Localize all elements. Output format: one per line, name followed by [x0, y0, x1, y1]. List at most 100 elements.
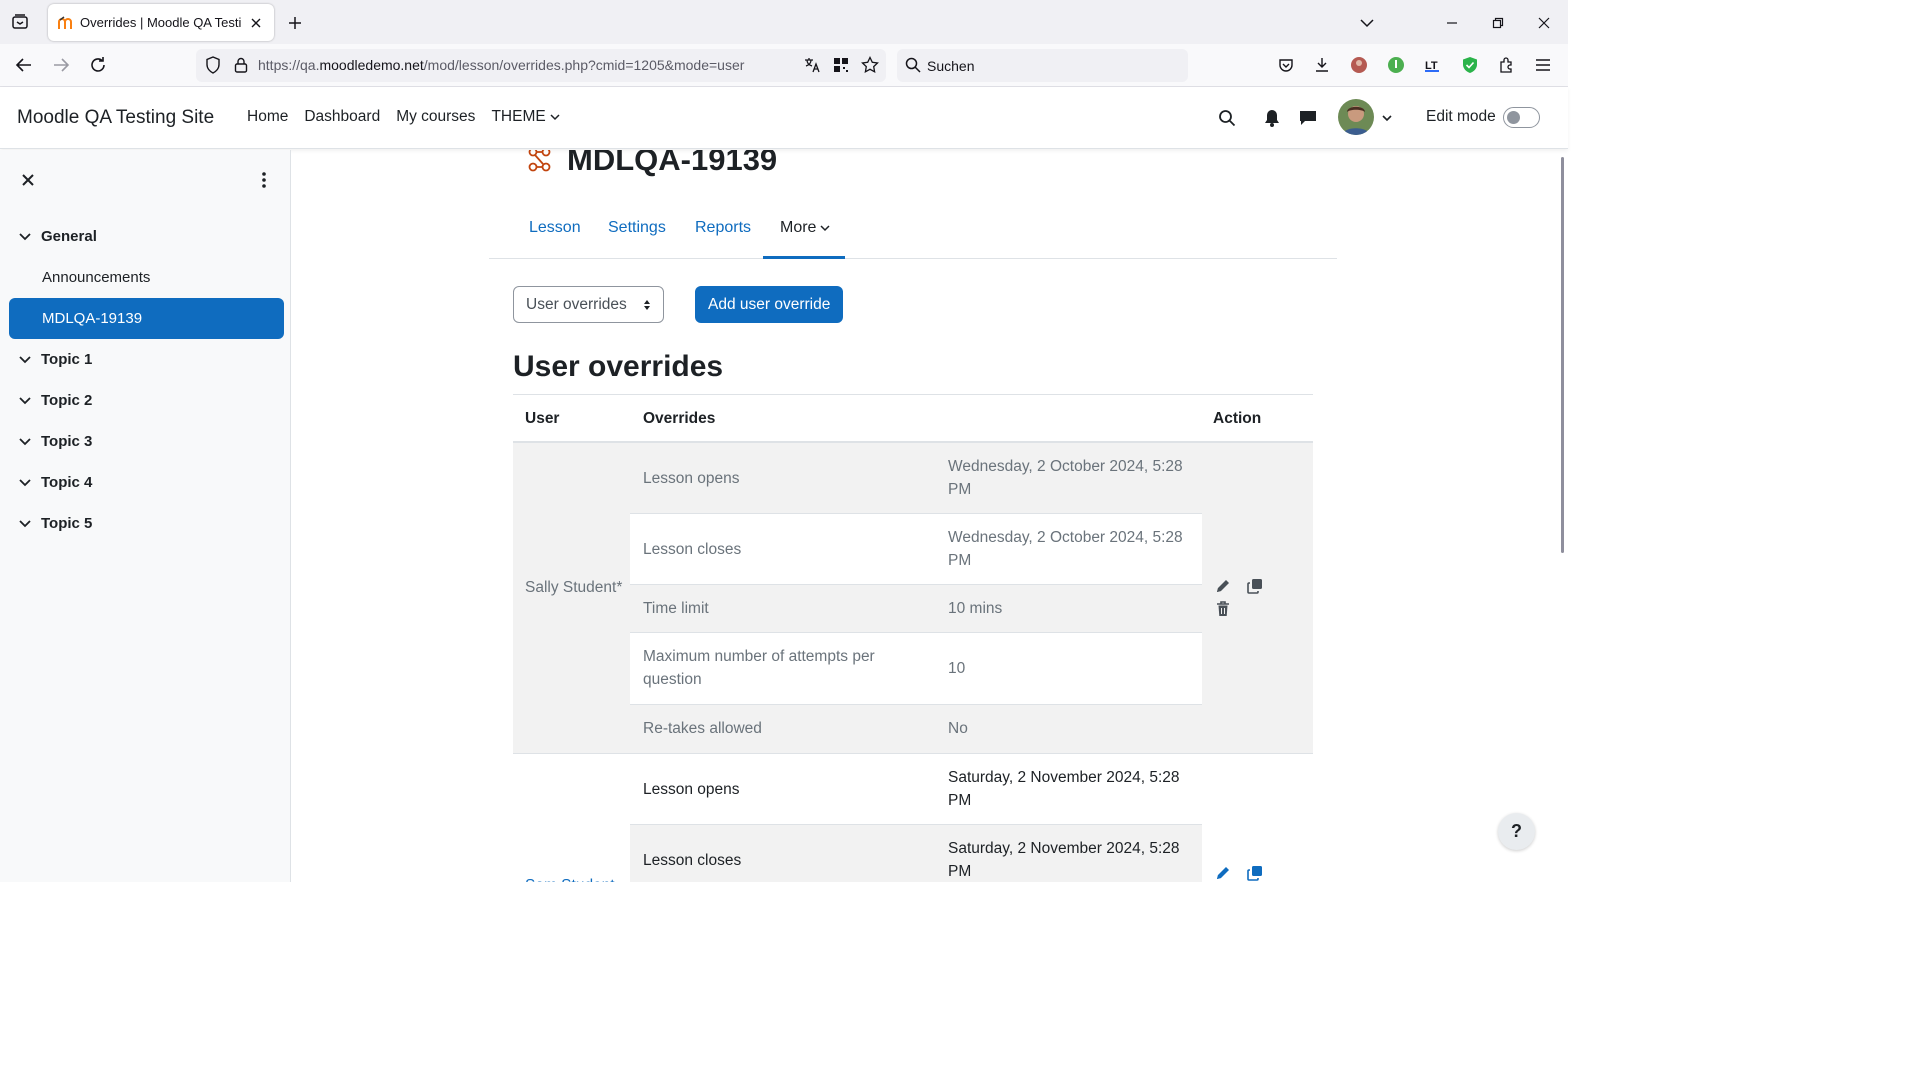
messages-icon[interactable] — [1297, 107, 1319, 129]
tab-close-icon[interactable] — [248, 15, 264, 31]
course-section-topic-2[interactable]: Topic 2 — [18, 392, 92, 409]
delete-trash-icon[interactable] — [1214, 600, 1232, 618]
new-tab-icon[interactable] — [284, 12, 306, 34]
override-value: Saturday, 2 November 2024, 5:28 PM — [948, 840, 1180, 880]
user-name-link[interactable]: Sam Student — [525, 874, 625, 882]
close-drawer-icon[interactable] — [18, 170, 38, 190]
tab-title: Overrides | Moodle QA Testing — [80, 15, 242, 30]
list-all-tabs-icon[interactable] — [1356, 12, 1378, 34]
restore-icon[interactable] — [1487, 12, 1509, 34]
forward-icon[interactable] — [50, 54, 72, 76]
tab-lesson[interactable]: Lesson — [529, 219, 581, 251]
column-header-overrides: Overrides — [643, 410, 716, 427]
downloads-icon[interactable] — [1311, 54, 1333, 76]
secondary-navigation: Lesson Settings Reports More — [489, 208, 1337, 259]
duplicate-icon[interactable] — [1246, 864, 1264, 882]
translate-icon[interactable] — [801, 54, 823, 76]
override-label: Lesson opens — [643, 470, 740, 487]
override-type-select[interactable]: User overrides — [513, 286, 664, 323]
section-title: Topic 2 — [41, 392, 93, 409]
chevron-down-icon[interactable] — [18, 353, 32, 367]
browser-search-input[interactable] — [927, 55, 1177, 77]
url-bar[interactable]: https://qa.moodledemo.net/mod/lesson/ove… — [196, 49, 886, 82]
lesson-activity-icon — [528, 150, 551, 172]
course-section-topic-5[interactable]: Topic 5 — [18, 515, 92, 532]
chevron-down-icon[interactable] — [1381, 113, 1393, 123]
page-scrollbar[interactable] — [1561, 157, 1564, 553]
edit-mode-toggle[interactable] — [1503, 107, 1540, 128]
chevron-down-icon[interactable] — [18, 394, 32, 408]
course-section-general[interactable]: General — [18, 228, 97, 245]
chevron-down-icon — [550, 114, 560, 121]
browser-search-bar[interactable] — [897, 49, 1188, 82]
app-menu-icon[interactable] — [1532, 54, 1554, 76]
tab-list-icon[interactable] — [8, 10, 32, 34]
nav-dashboard[interactable]: Dashboard — [304, 108, 380, 126]
lock-icon[interactable] — [230, 54, 252, 76]
qr-code-icon[interactable] — [830, 54, 852, 76]
ublock-extension-icon[interactable] — [1385, 54, 1407, 76]
tab-reports[interactable]: Reports — [695, 219, 751, 251]
nav-theme-label: THEME — [491, 108, 546, 125]
back-icon[interactable] — [13, 54, 35, 76]
override-row: Lesson opens Wednesday, 2 October 2024, … — [630, 443, 1202, 514]
override-row: Lesson closes Wednesday, 2 October 2024,… — [630, 514, 1202, 585]
search-icon[interactable] — [1216, 107, 1238, 129]
browser-tabstrip: Overrides | Moodle QA Testing — [0, 0, 1568, 44]
moodle-navbar: Moodle QA Testing Site Home Dashboard My… — [0, 87, 1568, 149]
extensions-icon[interactable] — [1496, 54, 1518, 76]
bookmark-star-icon[interactable] — [859, 54, 881, 76]
chevron-down-icon[interactable] — [18, 476, 32, 490]
override-value: Saturday, 2 November 2024, 5:28 PM — [948, 769, 1180, 809]
section-title: Topic 5 — [41, 515, 93, 532]
section-title: General — [41, 228, 97, 245]
tab-settings[interactable]: Settings — [608, 219, 666, 251]
section-title: Topic 3 — [41, 433, 93, 450]
override-label: Lesson opens — [643, 781, 740, 798]
nav-my-courses[interactable]: My courses — [396, 108, 475, 126]
course-item-mdlqa-19139[interactable]: MDLQA-19139 — [9, 298, 284, 339]
override-label: Lesson closes — [643, 541, 742, 558]
chevron-down-icon[interactable] — [18, 435, 32, 449]
chevron-down-icon[interactable] — [18, 517, 32, 531]
section-title: Topic 1 — [41, 351, 93, 368]
nav-home[interactable]: Home — [247, 108, 288, 126]
kebab-menu-icon[interactable] — [254, 170, 274, 190]
course-section-topic-4[interactable]: Topic 4 — [18, 474, 92, 491]
course-section-topic-1[interactable]: Topic 1 — [18, 351, 92, 368]
main-content: MDLQA-19139 Lesson Settings Reports More… — [291, 150, 1568, 882]
override-value: 10 — [948, 660, 966, 677]
moodle-favicon-icon — [58, 15, 74, 31]
edit-pencil-icon[interactable] — [1214, 577, 1232, 595]
reload-icon[interactable] — [87, 54, 109, 76]
pocket-icon[interactable] — [1275, 54, 1297, 76]
override-row: Lesson closes Saturday, 2 November 2024,… — [630, 825, 1202, 882]
minimize-icon[interactable] — [1441, 12, 1463, 34]
select-arrows-icon — [644, 299, 650, 310]
profile-extension-icon[interactable] — [1348, 54, 1370, 76]
browser-tab[interactable]: Overrides | Moodle QA Testing — [48, 4, 274, 41]
override-label: Maximum number of attempts per question — [643, 648, 875, 688]
chevron-down-icon[interactable] — [18, 230, 32, 244]
help-button[interactable]: ? — [1498, 813, 1535, 850]
tab-more-label: More — [780, 219, 817, 236]
page-title: MDLQA-19139 — [567, 150, 778, 177]
tab-more[interactable]: More — [780, 219, 830, 251]
nav-theme[interactable]: THEME — [491, 108, 560, 126]
adguard-shield-icon[interactable] — [1459, 54, 1481, 76]
override-row: Time limit 10 mins — [630, 585, 1202, 633]
user-name: Sally Student* — [525, 579, 623, 596]
column-header-action: Action — [1213, 410, 1262, 427]
close-window-icon[interactable] — [1533, 12, 1555, 34]
course-item-announcements[interactable]: Announcements — [9, 257, 284, 298]
duplicate-icon[interactable] — [1246, 577, 1264, 595]
course-section-topic-3[interactable]: Topic 3 — [18, 433, 92, 450]
site-name[interactable]: Moodle QA Testing Site — [17, 107, 214, 129]
add-user-override-button[interactable]: Add user override — [695, 286, 844, 323]
edit-pencil-icon[interactable] — [1214, 864, 1232, 882]
primary-navigation: Home Dashboard My courses THEME — [247, 108, 576, 126]
user-avatar[interactable] — [1338, 99, 1374, 135]
notifications-bell-icon[interactable] — [1261, 107, 1283, 129]
tracking-shield-icon[interactable] — [202, 54, 224, 76]
languagetool-icon[interactable]: LT — [1422, 54, 1444, 76]
